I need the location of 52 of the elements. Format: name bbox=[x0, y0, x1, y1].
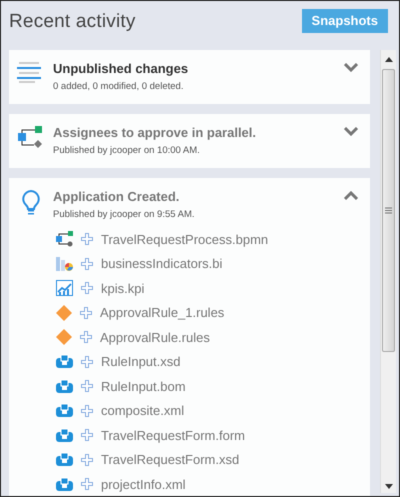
file-name[interactable]: projectInfo.xml bbox=[101, 476, 186, 492]
file-name[interactable]: ApprovalRule.rules bbox=[100, 330, 210, 345]
lightbulb-icon bbox=[21, 190, 41, 216]
file-name[interactable]: TravelRequestForm.xsd bbox=[101, 452, 240, 468]
box-icon bbox=[56, 478, 73, 491]
diamond-icon bbox=[56, 329, 72, 346]
diamond-icon bbox=[56, 304, 72, 321]
box-icon bbox=[56, 380, 73, 393]
chevron-down-icon[interactable] bbox=[344, 63, 358, 72]
plus-icon bbox=[81, 478, 93, 490]
activity-title: Unpublished changes bbox=[53, 61, 190, 76]
file-name[interactable]: businessIndicators.bi bbox=[101, 256, 222, 272]
plus-icon bbox=[80, 331, 92, 344]
scrollbar[interactable] bbox=[380, 50, 396, 493]
activity-subtitle: 0 added, 0 modified, 0 deleted. bbox=[53, 81, 184, 92]
file-name[interactable]: kpis.kpi bbox=[101, 280, 144, 296]
panel-title: Recent activity bbox=[9, 11, 136, 33]
box-icon bbox=[56, 453, 73, 466]
activity-title: Application Created. bbox=[53, 189, 180, 204]
box-icon bbox=[56, 355, 73, 368]
grip-icon[interactable] bbox=[385, 207, 392, 214]
trend-chart-icon bbox=[56, 280, 73, 296]
plus-icon bbox=[81, 356, 93, 368]
activity-subtitle: Published by jcooper on 9:55 AM. bbox=[53, 209, 196, 220]
box-icon bbox=[56, 428, 73, 442]
plus-icon bbox=[81, 404, 93, 417]
process-icon bbox=[17, 126, 43, 148]
process-icon bbox=[56, 231, 73, 248]
list-icon bbox=[17, 61, 43, 83]
plus-icon bbox=[81, 233, 93, 246]
file-name[interactable]: ApprovalRule_1.rules bbox=[100, 305, 224, 320]
chart-icon bbox=[56, 256, 73, 272]
plus-icon bbox=[81, 282, 93, 294]
scroll-down-icon[interactable] bbox=[384, 484, 392, 489]
file-name[interactable]: TravelRequestForm.form bbox=[101, 428, 245, 443]
scroll-up-icon[interactable] bbox=[384, 57, 392, 62]
plus-icon bbox=[81, 429, 93, 442]
file-name[interactable]: composite.xml bbox=[101, 403, 184, 418]
plus-icon bbox=[81, 258, 93, 270]
activity-subtitle: Published by jcooper on 10:00 AM. bbox=[53, 145, 201, 156]
plus-icon bbox=[80, 306, 92, 319]
activity-title: Assignees to approve in parallel. bbox=[53, 125, 258, 140]
file-name[interactable]: TravelRequestProcess.bpmn bbox=[101, 232, 268, 247]
scrollbar-thumb[interactable] bbox=[382, 69, 395, 352]
chevron-up-icon[interactable] bbox=[344, 191, 358, 200]
chevron-down-icon[interactable] bbox=[344, 127, 358, 136]
file-name[interactable]: RuleInput.bom bbox=[101, 378, 186, 394]
file-name[interactable]: RuleInput.xsd bbox=[101, 354, 180, 370]
snapshots-button[interactable]: Snapshots bbox=[302, 8, 388, 32]
box-icon bbox=[56, 404, 73, 418]
plus-icon bbox=[81, 454, 93, 466]
plus-icon bbox=[81, 380, 93, 392]
